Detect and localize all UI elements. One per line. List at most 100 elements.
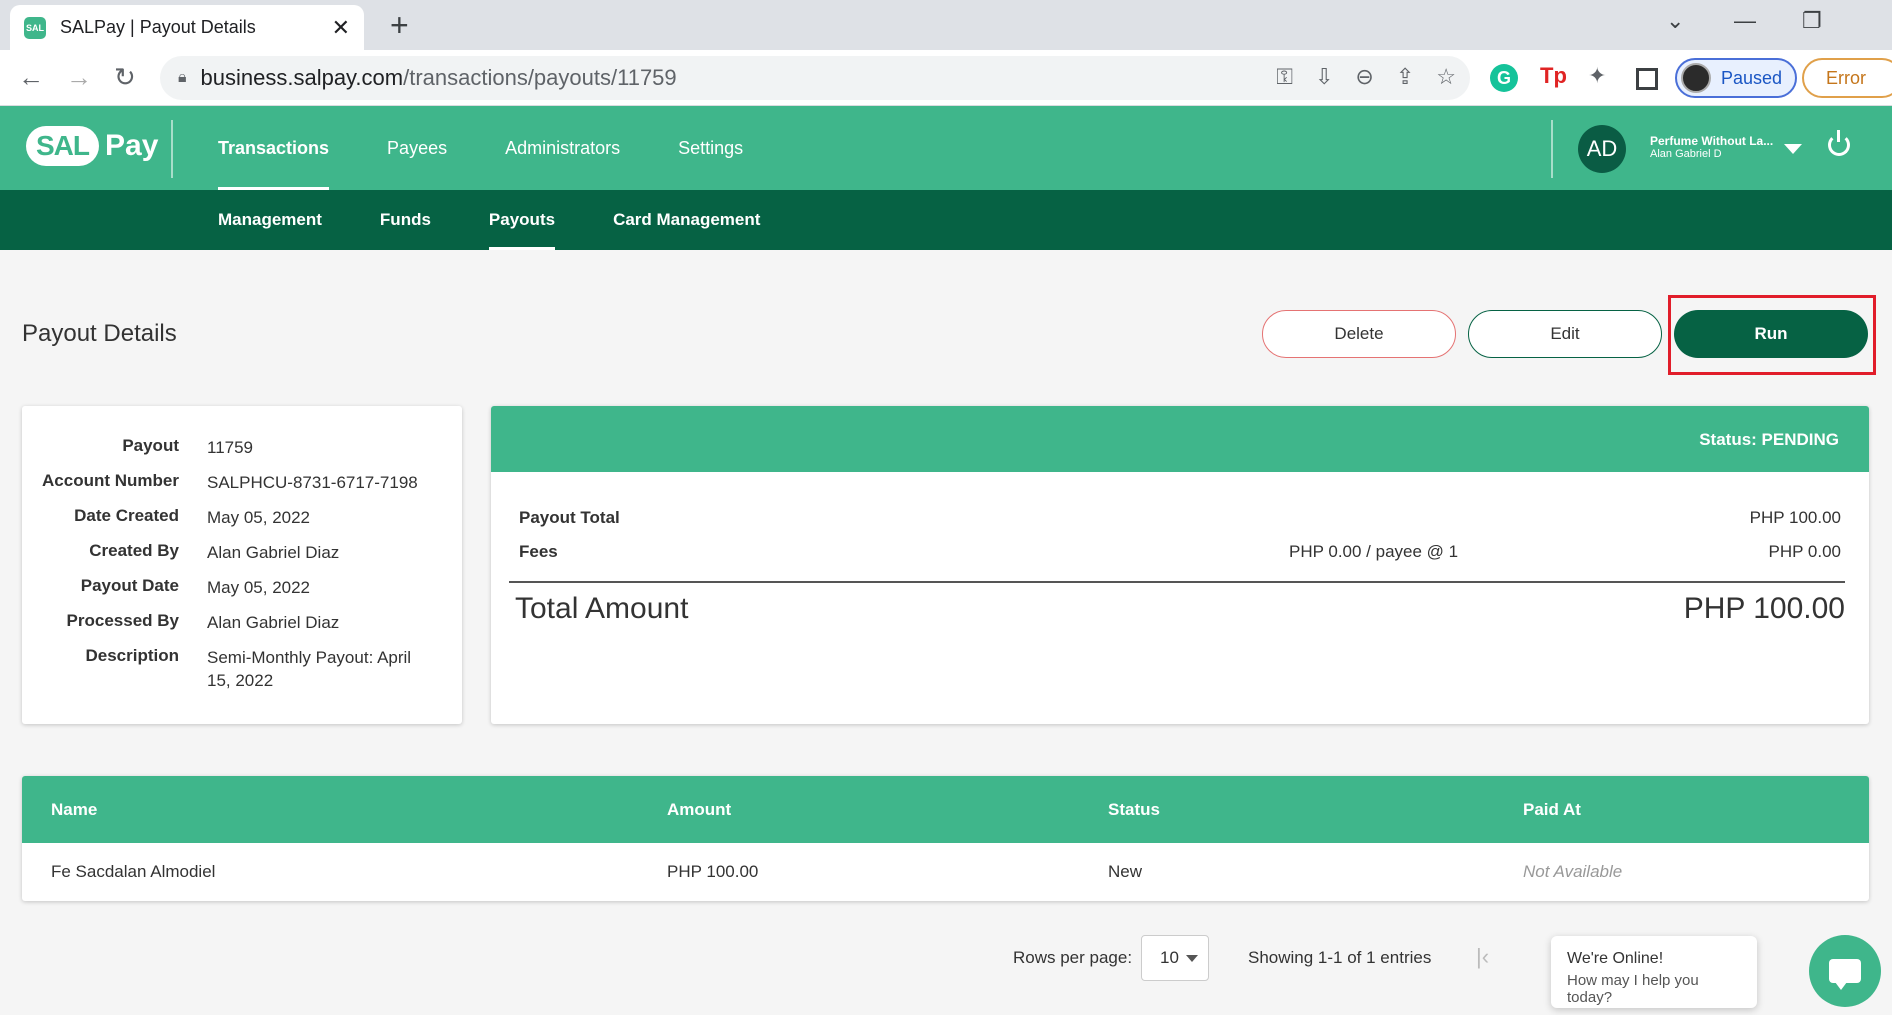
fees-rate: PHP 0.00 / payee @ 1 xyxy=(1289,542,1459,561)
delete-button[interactable]: Delete xyxy=(1262,310,1456,358)
chat-icon xyxy=(1829,959,1861,990)
column-header-status[interactable]: Status xyxy=(1108,800,1160,820)
detail-value: Alan Gabriel Diaz xyxy=(207,613,340,632)
column-header-paid-at[interactable]: Paid At xyxy=(1523,800,1581,820)
sub-nav: Management Funds Payouts Card Management xyxy=(0,190,1892,250)
table-row[interactable]: Fe Sacdalan Almodiel PHP 100.00 New Not … xyxy=(22,843,1869,901)
salpay-favicon-icon: SAL xyxy=(24,16,46,39)
chat-launcher-button[interactable] xyxy=(1809,935,1881,1007)
browser-tab[interactable]: SAL SALPay | Payout Details ✕ xyxy=(10,5,364,50)
detail-row-account-number: Account Number SALPHCU-8731-6717-7198 xyxy=(22,471,462,494)
edit-button[interactable]: Edit xyxy=(1468,310,1662,358)
logo-sal-text: SAL xyxy=(26,126,99,166)
nav-administrators[interactable]: Administrators xyxy=(505,106,620,190)
bookmark-star-icon[interactable]: ☆ xyxy=(1436,64,1456,90)
detail-row-payout: Payout 11759 xyxy=(22,436,462,459)
summary-divider xyxy=(509,581,1845,583)
app-header: SAL Pay Transactions Payees Administrato… xyxy=(0,106,1892,190)
address-bar-actions: ⚿ ⇩ ⊖ ⇪ ☆ xyxy=(1276,64,1456,90)
profile-status-label: Paused xyxy=(1721,67,1783,88)
tab-close-icon[interactable]: ✕ xyxy=(332,15,350,41)
rows-per-page-label: Rows per page: xyxy=(1013,948,1133,967)
cell-name: Fe Sacdalan Almodiel xyxy=(51,862,216,881)
zoom-icon[interactable]: ⊖ xyxy=(1355,64,1373,90)
payout-details-card: Payout 11759 Account Number SALPHCU-8731… xyxy=(22,406,462,724)
detail-label: Payout xyxy=(122,436,179,455)
first-page-icon[interactable]: |‹ xyxy=(1476,944,1489,970)
grammarly-extension-icon[interactable]: G xyxy=(1490,64,1518,92)
detail-value: May 05, 2022 xyxy=(207,578,311,597)
restore-icon[interactable]: ❐ xyxy=(1802,8,1822,34)
column-header-name[interactable]: Name xyxy=(51,800,97,820)
nav-transactions[interactable]: Transactions xyxy=(218,106,330,190)
fees-value: PHP 0.00 xyxy=(1768,542,1841,561)
forward-arrow-icon[interactable]: → xyxy=(66,62,92,92)
payees-table: Name Amount Status Paid At Fe Sacdalan A… xyxy=(22,776,1869,901)
tab-title: SALPay | Payout Details xyxy=(60,17,256,37)
account-dropdown-icon[interactable] xyxy=(1784,144,1802,154)
detail-label: Account Number xyxy=(42,471,179,490)
detail-value: Semi-Monthly Payout: April 15, 2022 xyxy=(207,648,412,690)
profile-paused-button[interactable]: Paused xyxy=(1675,58,1797,98)
total-amount-value: PHP 100.00 xyxy=(1683,592,1845,625)
detail-label: Processed By xyxy=(66,611,179,630)
profile-avatar xyxy=(1681,63,1711,93)
subnav-management[interactable]: Management xyxy=(218,190,322,250)
chat-greeting-bubble[interactable]: We're Online! How may I help you today? xyxy=(1551,936,1757,1008)
chat-subtitle: How may I help you today? xyxy=(1567,972,1699,1006)
total-amount-label: Total Amount xyxy=(515,592,689,625)
subnav-payouts[interactable]: Payouts xyxy=(488,190,556,250)
page-title: Payout Details xyxy=(22,320,177,347)
subnav-card-management[interactable]: Card Management xyxy=(613,190,760,250)
lock-icon[interactable]: 🔒︎ xyxy=(178,69,187,87)
new-tab-plus-icon[interactable]: + xyxy=(390,8,409,42)
tp-extension-icon[interactable]: Tp xyxy=(1540,63,1567,89)
fees-label: Fees xyxy=(519,542,558,561)
address-bar[interactable]: 🔒︎ business.salpay.com/transactions/payo… xyxy=(160,56,1470,100)
header-divider xyxy=(171,120,173,178)
summary-header: Status: PENDING xyxy=(491,406,1869,472)
detail-value: SALPHCU-8731-6717-7198 xyxy=(207,473,418,492)
minimize-icon[interactable]: — xyxy=(1734,8,1756,34)
run-button-highlight xyxy=(1668,295,1876,375)
account-info[interactable]: Perfume Without La... Alan Gabriel D xyxy=(1650,134,1773,160)
subnav-funds[interactable]: Funds xyxy=(380,190,431,250)
logo-pay-text: Pay xyxy=(105,129,159,162)
key-icon[interactable]: ⚿ xyxy=(1276,64,1293,90)
showing-entries-text: Showing 1-1 of 1 entries xyxy=(1248,948,1432,967)
reload-icon[interactable]: ↻ xyxy=(114,62,136,92)
cell-paid-at: Not Available xyxy=(1523,862,1623,881)
side-panel-icon[interactable] xyxy=(1636,68,1658,90)
extensions-puzzle-icon[interactable]: ✦ xyxy=(1588,63,1606,89)
detail-label: Created By xyxy=(89,541,179,560)
rows-per-page-select[interactable]: 10 xyxy=(1141,935,1209,981)
tab-search-chevron-icon[interactable]: ⌄ xyxy=(1666,8,1684,34)
browser-error-button[interactable]: Error xyxy=(1802,58,1892,98)
back-arrow-icon[interactable]: ← xyxy=(18,62,44,92)
install-app-icon[interactable]: ⇩ xyxy=(1315,64,1333,90)
detail-row-payout-date: Payout Date May 05, 2022 xyxy=(22,576,462,599)
payout-summary-card: Status: PENDING Payout Total PHP 100.00 … xyxy=(491,406,1869,724)
detail-label: Payout Date xyxy=(80,576,179,595)
salpay-logo[interactable]: SAL Pay xyxy=(26,126,158,166)
payout-total-label: Payout Total xyxy=(519,508,620,527)
detail-label: Description xyxy=(85,646,179,665)
nav-settings[interactable]: Settings xyxy=(678,106,743,190)
detail-row-created-by: Created By Alan Gabriel Diaz xyxy=(22,541,462,564)
status-badge: Status: PENDING xyxy=(1699,430,1839,449)
column-header-amount[interactable]: Amount xyxy=(667,800,731,820)
detail-value: Alan Gabriel Diaz xyxy=(207,543,340,562)
detail-row-description: Description Semi-Monthly Payout: April 1… xyxy=(22,646,462,692)
nav-payees[interactable]: Payees xyxy=(387,106,447,190)
chat-title: We're Online! xyxy=(1567,950,1664,967)
browser-toolbar: ← → ↻ 🔒︎ business.salpay.com/transaction… xyxy=(0,50,1892,106)
share-icon[interactable]: ⇪ xyxy=(1396,64,1414,90)
account-user: Alan Gabriel D xyxy=(1650,148,1722,160)
logout-power-icon[interactable] xyxy=(1828,130,1850,156)
detail-value: 11759 xyxy=(207,438,254,457)
rows-per-page-value: 10 xyxy=(1160,948,1179,967)
table-header: Name Amount Status Paid At xyxy=(22,776,1869,843)
url-text: business.salpay.com/transactions/payouts… xyxy=(200,65,677,90)
user-avatar[interactable]: AD xyxy=(1578,125,1626,173)
detail-value: May 05, 2022 xyxy=(207,508,311,527)
